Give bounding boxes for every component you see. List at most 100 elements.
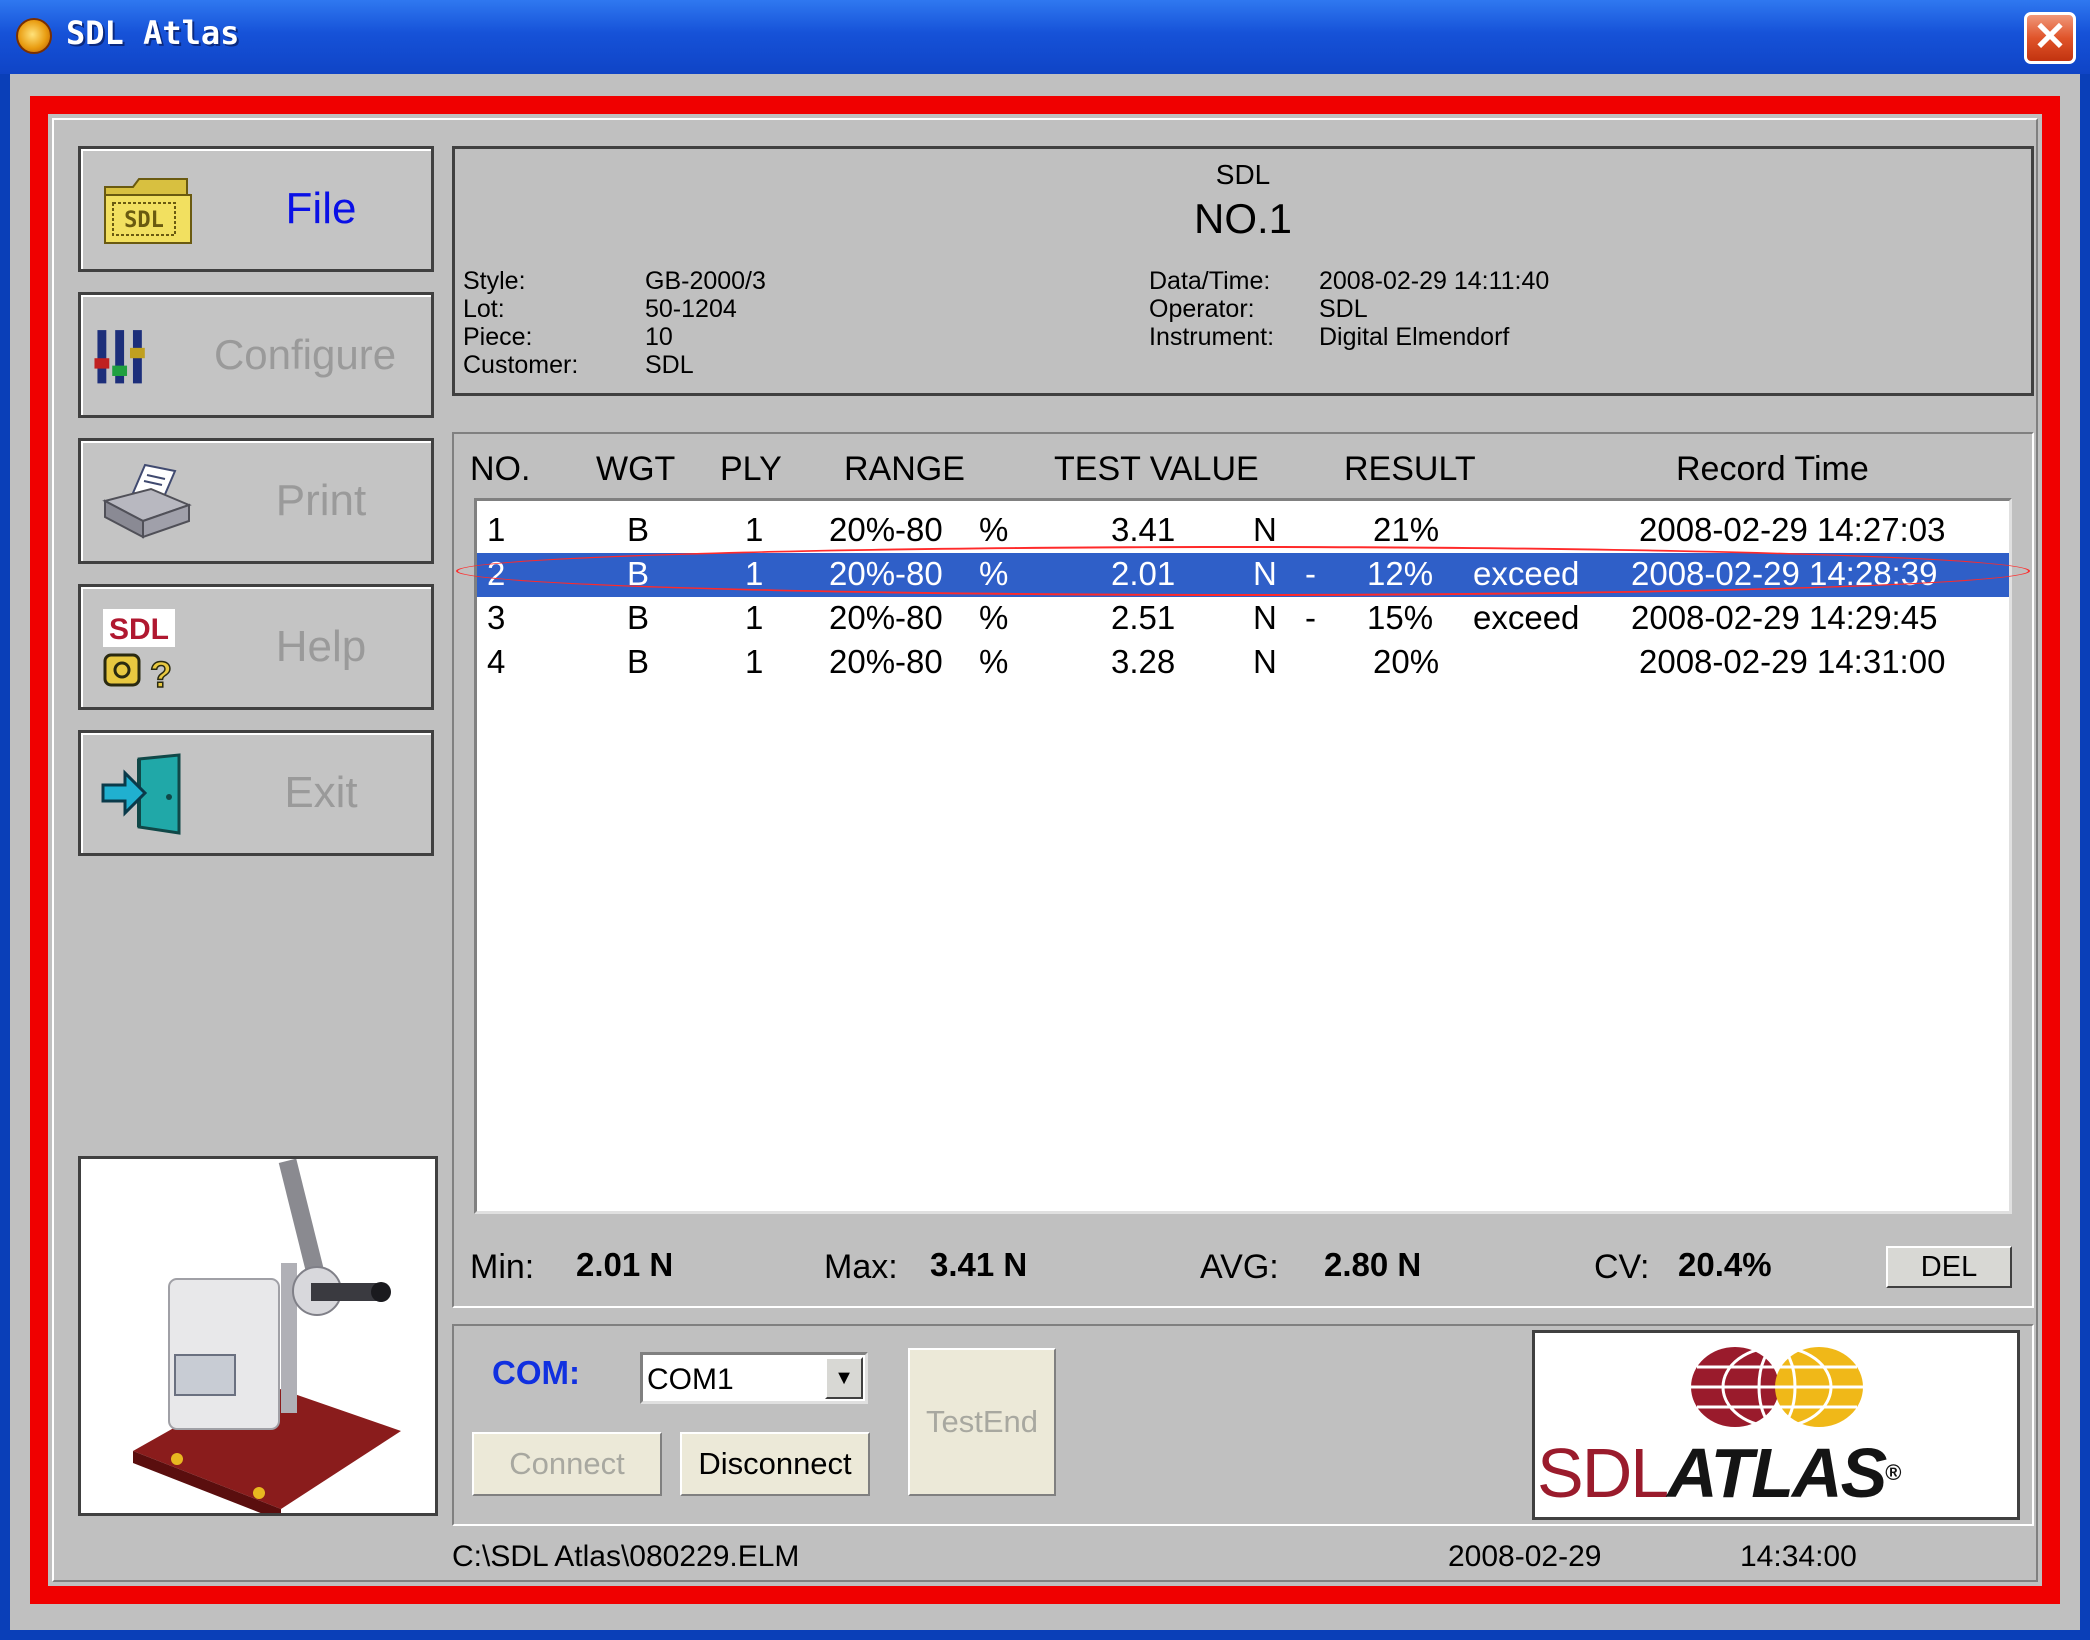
status-time: 14:34:00 <box>1740 1540 1857 1573</box>
close-button[interactable]: ✕ <box>2024 12 2076 64</box>
help-button[interactable]: SDL ? Help <box>78 584 434 710</box>
cell-result: 21% <box>1373 511 1440 548</box>
dropdown-arrow-icon[interactable]: ▼ <box>825 1357 863 1399</box>
cell-sign: - <box>1305 599 1316 636</box>
svg-text:?: ? <box>150 654 172 689</box>
cell-test-value: 2.51 <box>1111 599 1176 636</box>
cell-range-unit: % <box>979 643 1009 680</box>
table-row[interactable]: 3 B 1 20%-80 % 2.51 N - 15% exceed 2008-… <box>477 597 2009 641</box>
cell-test-value: 3.41 <box>1111 511 1176 548</box>
disconnect-button[interactable]: Disconnect <box>680 1432 870 1496</box>
print-button[interactable]: Print <box>78 438 434 564</box>
col-header-result[interactable]: RESULT <box>1344 450 1476 489</box>
cv-value: 20.4% <box>1678 1246 1772 1283</box>
table-row[interactable]: 4 B 1 20%-80 % 3.28 N 20% 2008-02-29 14:… <box>477 641 2009 685</box>
exit-button[interactable]: Exit <box>78 730 434 856</box>
cell-record-time: 2008-02-29 14:31:00 <box>1639 643 1946 680</box>
instrument-label: Instrument: <box>1149 323 1275 351</box>
cv-label: CV: <box>1594 1248 1650 1286</box>
sliders-icon <box>94 330 145 384</box>
test-info-panel: SDL NO.1 Style: Lot: Piece: Customer: GB… <box>452 146 2034 396</box>
cell-no: 1 <box>487 511 506 548</box>
cell-unit: N <box>1253 511 1277 548</box>
com-label: COM: <box>492 1354 580 1391</box>
style-label: Style: <box>463 267 526 295</box>
selection-highlight-outline <box>456 546 2030 596</box>
instrument-image <box>78 1156 438 1521</box>
title-bar: SDL Atlas ✕ <box>0 0 2090 74</box>
max-label: Max: <box>824 1248 898 1286</box>
folder-icon-text: SDL <box>124 208 164 233</box>
status-file-path: C:\SDL Atlas\080229.ELM <box>452 1540 800 1573</box>
cell-ply: 1 <box>745 511 764 548</box>
style-value: GB-2000/3 <box>645 267 766 295</box>
cell-flag: exceed <box>1473 599 1580 636</box>
cell-no: 4 <box>487 643 506 680</box>
com-port-value: COM1 <box>647 1363 734 1396</box>
max-value: 3.41 N <box>930 1246 1028 1283</box>
meta-right-labels: Data/Time: Operator: Instrument: <box>1149 267 1274 351</box>
registered-mark: ® <box>1885 1460 1901 1485</box>
printer-icon <box>102 463 192 539</box>
lot-label: Lot: <box>463 295 505 323</box>
help-icon: SDL ? <box>103 609 175 689</box>
min-value: 2.01 N <box>576 1246 674 1283</box>
help-button-label: Help <box>275 622 367 671</box>
customer-label: Customer: <box>463 351 579 379</box>
folder-icon: SDL <box>104 178 192 244</box>
com-port-select[interactable]: COM1 ▼ <box>640 1352 868 1404</box>
exit-button-label: Exit <box>284 768 358 817</box>
col-header-test-value[interactable]: TEST VALUE <box>1054 450 1259 489</box>
results-list[interactable]: 1 B 1 20%-80 % 3.41 N 21% 2008-02-29 14:… <box>474 498 2012 1214</box>
piece-label: Piece: <box>463 323 533 351</box>
customer-value: SDL <box>645 351 694 379</box>
cell-ply: 1 <box>745 643 764 680</box>
file-button[interactable]: SDL File <box>78 146 434 272</box>
lot-value: 50-1204 <box>645 295 737 323</box>
print-button-label: Print <box>275 476 367 525</box>
configure-button-label: Configure <box>213 331 397 378</box>
min-label: Min: <box>470 1248 535 1286</box>
test-end-button[interactable]: TestEnd <box>908 1348 1056 1496</box>
operator-label: Operator: <box>1149 295 1255 323</box>
app-icon <box>16 18 52 54</box>
exit-door-icon <box>101 753 181 835</box>
col-header-ply[interactable]: PLY <box>720 450 782 489</box>
elmendorf-tester-icon <box>133 1158 401 1521</box>
file-button-label: File <box>285 184 357 233</box>
status-date: 2008-02-29 <box>1448 1540 1602 1573</box>
logo-wordmark: SDLATLAS® <box>1537 1433 1902 1513</box>
cell-range: 20%-80 <box>829 511 943 548</box>
cell-range-unit: % <box>979 511 1009 548</box>
operator-value: SDL <box>1319 295 1368 323</box>
cell-range: 20%-80 <box>829 599 943 636</box>
logo-text-sdl: SDL <box>1537 1434 1669 1512</box>
meta-left-values: GB-2000/3 50-1204 10 SDL <box>645 267 766 379</box>
window-title: SDL Atlas <box>66 14 240 52</box>
avg-value: 2.80 N <box>1324 1246 1422 1283</box>
cell-test-value: 3.28 <box>1111 643 1176 680</box>
sdl-atlas-logo: SDLATLAS® <box>1532 1330 2020 1520</box>
report-title: SDL <box>1215 159 1271 190</box>
cell-no: 3 <box>487 599 506 636</box>
cell-range-unit: % <box>979 599 1009 636</box>
instrument-value: Digital Elmendorf <box>1319 323 1510 351</box>
avg-label: AVG: <box>1200 1248 1279 1286</box>
cell-wgt: B <box>627 643 650 680</box>
configure-button[interactable]: Configure <box>78 292 434 418</box>
cell-record-time: 2008-02-29 14:27:03 <box>1639 511 1946 548</box>
connect-button[interactable]: Connect <box>472 1432 662 1496</box>
col-header-no[interactable]: NO. <box>470 450 530 489</box>
delete-button[interactable]: DEL <box>1886 1246 2012 1288</box>
datetime-value: 2008-02-29 14:11:40 <box>1319 267 1550 295</box>
meta-left-labels: Style: Lot: Piece: Customer: <box>463 267 578 379</box>
help-icon-logo-text: SDL <box>109 613 169 646</box>
cell-range: 20%-80 <box>829 643 943 680</box>
cell-wgt: B <box>627 599 650 636</box>
col-header-wgt[interactable]: WGT <box>596 450 675 489</box>
cell-record-time: 2008-02-29 14:29:45 <box>1631 599 1938 636</box>
cell-wgt: B <box>627 511 650 548</box>
col-header-range[interactable]: RANGE <box>844 450 965 489</box>
col-header-record-time[interactable]: Record Time <box>1676 450 1869 489</box>
cell-unit: N <box>1253 643 1277 680</box>
